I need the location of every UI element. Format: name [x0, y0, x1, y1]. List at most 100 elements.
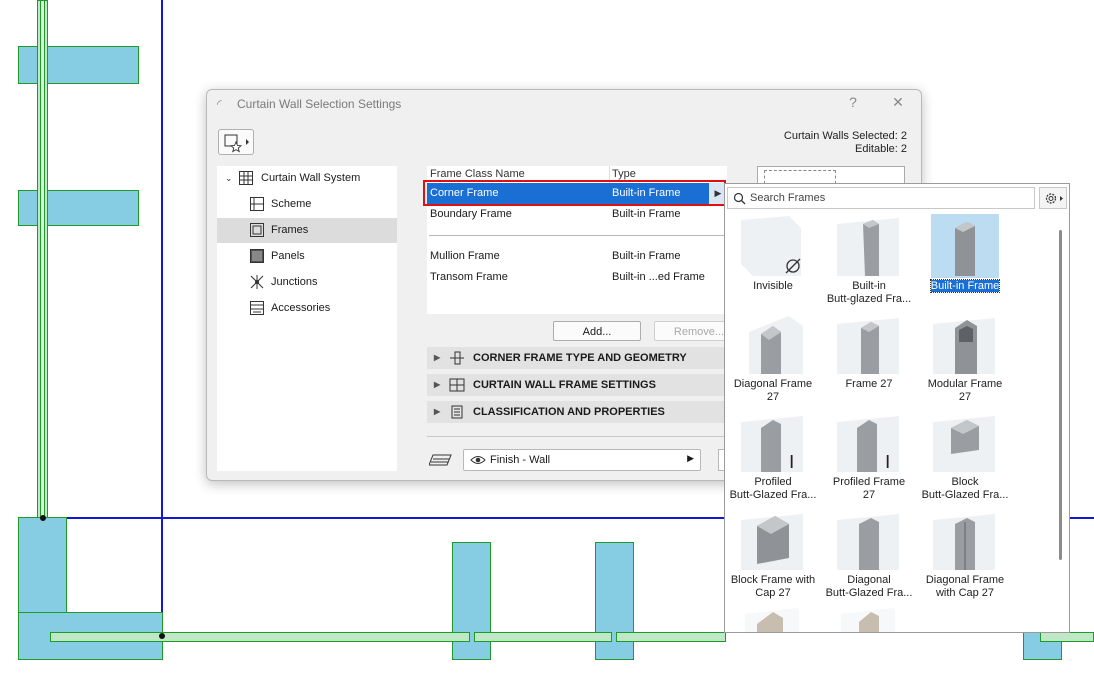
chevron-right-icon: ▶ [434, 407, 441, 416]
frame-tile-modular-frame-27[interactable]: Modular Frame 27 [917, 310, 1013, 408]
frame-type-cell: Built-in Frame [612, 250, 681, 262]
tile-label: Block [951, 476, 979, 488]
frame-tile-profiled-butt-glazed[interactable]: I Profiled Butt-Glazed Fra... [725, 408, 821, 506]
frame-tile-diagonal-frame-with-cap-27[interactable]: Diagonal Frame with Cap 27 [917, 506, 1013, 604]
frame-tile-partial[interactable] [839, 604, 899, 632]
tile-label: Profiled Frame [832, 476, 906, 488]
curtain-wall-horizontal[interactable] [50, 632, 470, 642]
search-frames-input[interactable]: Search Frames [727, 187, 1035, 209]
tree-item-curtain-wall-system[interactable]: ⌄ Curtain Wall System [217, 166, 397, 191]
tile-label: Diagonal Frame [925, 574, 1005, 586]
section-corner-frame-type-geometry[interactable]: ▶ CORNER FRAME TYPE AND GEOMETRY [427, 347, 727, 369]
frame-type-picker-popup: Search Frames Invisible Built-in Butt-gla… [724, 183, 1070, 633]
tile-label: Built-in Frame [929, 279, 1001, 293]
diagonal-frame-icon [749, 316, 803, 374]
tile-label-2: Butt-Glazed Fra... [729, 489, 817, 501]
tile-label: Modular Frame [927, 378, 1003, 390]
tree-item-junctions[interactable]: Junctions [217, 270, 397, 295]
svg-text:I: I [789, 452, 794, 473]
frame-type-cell: Built-in ...ed Frame [612, 271, 705, 283]
tree-item-panels[interactable]: Panels [217, 244, 397, 269]
search-icon [733, 192, 746, 205]
tile-label-2: Butt-Glazed Fra... [921, 489, 1009, 501]
table-row-mullion-frame[interactable]: Mullion Frame Built-in Frame [427, 246, 727, 267]
table-row-transom-frame[interactable]: Transom Frame Built-in ...ed Frame [427, 267, 727, 288]
classification-icon [451, 405, 463, 419]
tree-item-frames[interactable]: Frames [217, 218, 397, 243]
column-block[interactable] [595, 542, 634, 660]
curtain-wall-horizontal[interactable] [474, 632, 612, 642]
panels-icon [250, 249, 264, 263]
tree-item-accessories[interactable]: Accessories [217, 296, 397, 321]
frame-tile-block-butt-glazed[interactable]: Block Butt-Glazed Fra... [917, 408, 1013, 506]
section-curtain-wall-frame-settings[interactable]: ▶ CURTAIN WALL FRAME SETTINGS [427, 374, 727, 396]
frame-tile-invisible[interactable]: Invisible [725, 212, 821, 310]
tree-label: Panels [271, 250, 305, 262]
frame-tile-profiled-frame-27[interactable]: I Profiled Frame 27 [821, 408, 917, 506]
frame-tile-frame-27[interactable]: Frame 27 [821, 310, 917, 408]
section-classification-properties[interactable]: ▶ CLASSIFICATION AND PROPERTIES [427, 401, 727, 423]
close-button[interactable]: ✕ [888, 94, 908, 111]
chevron-down-icon[interactable]: ⌄ [225, 166, 233, 191]
help-button[interactable]: ? [843, 94, 863, 110]
accessories-icon [250, 301, 264, 315]
hotspot-dot[interactable] [159, 633, 165, 639]
frame-name-cell: Boundary Frame [430, 208, 512, 220]
dialog-title: Curtain Wall Selection Settings [237, 97, 402, 111]
column-header-type[interactable]: Type [612, 168, 636, 180]
dialog-titlebar[interactable]: ◜ Curtain Wall Selection Settings ? ✕ [207, 90, 921, 118]
profiled-frame-27-icon: I [837, 416, 899, 473]
frames-icon [250, 223, 264, 237]
frame-tile-diagonal-butt-glazed[interactable]: Diagonal Butt-Glazed Fra... [821, 506, 917, 604]
gear-menu-button[interactable] [1039, 187, 1067, 209]
chevron-right-icon: ▶ [434, 380, 441, 389]
tile-label-2: Cap 27 [755, 587, 791, 599]
section-label: CLASSIFICATION AND PROPERTIES [473, 406, 665, 418]
frame-thumbnail-icon [745, 608, 799, 632]
svg-text:I: I [885, 452, 890, 473]
butt-glazed-frame-icon [837, 218, 899, 276]
favorites-button[interactable] [218, 129, 254, 155]
frame-name-cell: Mullion Frame [430, 250, 500, 262]
table-divider [429, 235, 725, 236]
frame-settings-icon [449, 378, 465, 392]
tile-label-2: 27 [766, 391, 780, 403]
hotspot-dot[interactable] [40, 515, 46, 521]
tree-item-scheme[interactable]: Scheme [217, 192, 397, 217]
gear-icon [1045, 193, 1063, 204]
modular-frame-icon [933, 318, 995, 374]
scrollbar-thumb[interactable] [1059, 230, 1062, 560]
scheme-icon [250, 197, 264, 211]
finish-value: Finish - Wall [490, 454, 551, 466]
table-row-boundary-frame[interactable]: Boundary Frame Built-in Frame [427, 204, 727, 225]
section-label: CURTAIN WALL FRAME SETTINGS [473, 379, 656, 391]
plan-grid-line-horizontal [20, 517, 726, 519]
surface-material-icon [429, 454, 452, 466]
frame-tile-partial[interactable] [743, 604, 803, 632]
curtain-wall-horizontal[interactable] [1040, 632, 1094, 642]
block-frame-icon [933, 416, 995, 472]
finish-dropdown[interactable]: Finish - Wall ▶ [463, 449, 701, 471]
tile-label: Frame 27 [845, 378, 893, 390]
column-block[interactable] [452, 542, 491, 660]
column-header-frame-class-name[interactable]: Frame Class Name [430, 168, 525, 180]
section-label: CORNER FRAME TYPE AND GEOMETRY [473, 352, 687, 364]
block-frame-cap-icon [741, 514, 803, 570]
chevron-right-icon: ▶ [687, 453, 694, 463]
curtain-wall-horizontal[interactable] [616, 632, 726, 642]
tile-label: Built-in [852, 280, 886, 292]
profiled-frame-icon: I [741, 416, 803, 473]
frame-tile-block-frame-with-cap-27[interactable]: Block Frame with Cap 27 [725, 506, 821, 604]
tree-label: Accessories [271, 302, 331, 314]
diagonal-frame-cap-icon [933, 514, 995, 570]
frame-tile-diagonal-frame-27[interactable]: Diagonal Frame 27 [725, 310, 821, 408]
plan-grid-line-vertical [161, 0, 163, 640]
settings-tree: ⌄ Curtain Wall System Scheme Frames Pane… [217, 166, 397, 471]
frame-tile-built-in-butt-glazed[interactable]: Built-in Butt-glazed Fra... [821, 212, 917, 310]
tile-label: Profiled [754, 476, 792, 488]
tile-label: Diagonal Frame [733, 378, 813, 390]
frame-27-icon [837, 318, 899, 374]
tile-label: Invisible [753, 280, 793, 292]
frame-tile-built-in-frame[interactable]: Built-in Frame [917, 212, 1013, 310]
add-frame-button[interactable]: Add... [553, 321, 641, 341]
